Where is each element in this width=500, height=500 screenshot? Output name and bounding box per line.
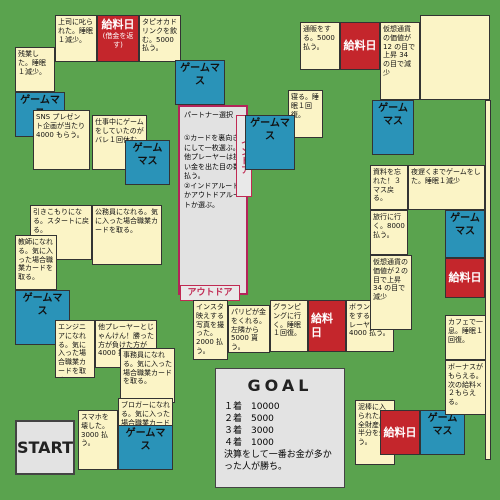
square-game-8[interactable]: ゲームマス [372,100,414,155]
square-subtext: (借金を返す) [102,31,134,49]
goal-rank-1: １着 10000 [224,401,280,412]
square-text: タピオカドリンクを飲む。5000 払う。 [142,18,177,53]
square-text: 引きこもりになる。スタートに戻る。 [33,208,89,234]
square-office-worker[interactable]: 事務員になれる。気に入った場合職業カードを取る。 [120,348,175,403]
square-late-gaming[interactable]: 夜遅くまでゲームをした。睡眠１減少 [408,165,485,210]
square-text: エンジニアになれる。気に入った場合職業カードを取る。 [58,323,86,377]
square-crypto-2[interactable]: 仮想通貨の価値が２の目で上昇 34 の目で減少 [370,255,412,330]
square-travel[interactable]: 旅行に行く。8000 払う。 [370,210,408,255]
square-title: ゲームマス [125,428,166,452]
square-title: 給料日 [383,425,417,439]
partner-rule-2: 他プレーヤーは掛い金を出た目の数払う。 [184,153,240,181]
square-title: 給料日 [448,271,482,285]
square-payday-1[interactable]: 給料日 (借金を返す) [97,15,139,62]
square-text: 上司に叱られた。睡眠１減少。 [58,18,93,44]
square-engineer[interactable]: エンジニアになれる。気に入った場合職業カードを取る。 [55,320,95,378]
square-text: 残業した。睡眠１減少。 [18,50,46,76]
square-text: カフェで一息。睡眠１回復。 [448,318,483,344]
square-text: SNS プレゼント企画が当たり 4000 もらう。 [36,113,85,139]
square-text: インスタ映えする写真を撮った。2000 払う。 [196,303,224,355]
square-title: 給料日 [343,39,377,53]
square-title: ゲームマス [450,213,480,237]
square-glamping[interactable]: グランピングに行く。睡眠１回復。 [270,300,308,352]
square-teacher[interactable]: 教師になれる。気に入った場合職業カードを取る。 [15,235,57,290]
square-title: ゲームマス [22,293,63,317]
square-text: 公務員になれる。気に入った場合職業カードを取る。 [95,208,158,234]
square-title: ゲームマス [427,413,458,437]
square-forgot-papers[interactable]: 資料を忘れた！３マス戻る。 [370,165,408,210]
square-payday-4[interactable]: 給料日 [445,258,485,298]
square-text: 教師になれる。気に入った場合職業カードを取る。 [18,238,53,281]
square-game-9[interactable]: ゲームマス [245,115,295,170]
square-text: 通販をする。5000 払う。 [303,25,335,51]
square-game-7[interactable]: ゲームマス [445,210,485,258]
goal-note: 決算をして一番お金が多かった人が勝ち。 [224,450,332,473]
square-game-6[interactable]: ゲームマス [420,410,465,455]
partner-title: パートナー選択 [184,111,233,119]
square-payday-5[interactable]: 給料日 [340,22,380,70]
square-text: 仮想通貨の価値が 12 の目で上昇 34 の目で減少 [383,25,416,77]
path-border-top-right [420,15,490,100]
path-border-right [485,100,491,460]
square-game-3[interactable]: ゲームマス [125,140,170,185]
square-crypto-1[interactable]: 仮想通貨の価値が 12 の目で上昇 34 の目で減少 [380,22,420,100]
square-text: グランピングに行く。睡眠１回復。 [273,303,301,338]
partner-rule-1: ①カードを裏向きにして一枚選ぶ。 [184,134,240,152]
square-title: ゲームマス [250,118,290,142]
goal-rank-4: ４着 1000 [224,438,274,449]
square-overtime[interactable]: 残業した。睡眠１減少。 [15,47,55,92]
square-instagram[interactable]: インスタ映えする写真を撮った。2000 払う。 [193,300,228,360]
goal-panel: GOAL １着 10000 ２着 5000 ３着 3000 ４着 1000 決算… [215,368,345,488]
square-title: ゲームマス [180,63,220,87]
start-label: START [16,438,74,457]
square-title: 給料日 [101,18,135,31]
square-text: スマホを壊した。3000 払う。 [81,413,109,448]
square-text: 仮想通貨の価値が２の目で上昇 34 の目で減少 [373,258,408,301]
square-party-people[interactable]: パリピが金をくれる。左隣から 5000 貰う。 [228,305,270,353]
square-title: ゲームマス [132,143,163,167]
outdoor-route-ribbon[interactable]: アウトドア [180,285,240,301]
square-text: 旅行に行く。8000 払う。 [373,213,405,239]
square-title: ゲームマス [378,103,408,127]
square-sns-present[interactable]: SNS プレゼント企画が当たり 4000 もらう。 [33,110,90,170]
square-game-1[interactable]: ゲームマス [175,60,225,105]
square-text: 夜遅くまでゲームをした。睡眠１減少 [411,168,481,185]
square-payday-3[interactable]: 給料日 [380,410,420,455]
square-game-5[interactable]: ゲームマス [118,425,173,470]
square-text: 寝る。睡眠１回復。 [291,93,319,119]
goal-rank-3: ３着 3000 [224,425,274,436]
square-text: ボーナスがもらえる。次の給料×２もらえる。 [448,363,483,406]
square-tapioca[interactable]: タピオカドリンクを飲む。5000 払う。 [139,15,181,62]
square-civil-servant[interactable]: 公務員になれる。気に入った場合職業カードを取る。 [92,205,162,265]
square-boss-scolded[interactable]: 上司に叱られた。睡眠１減少。 [55,15,97,62]
partner-rule-3: ②インドアルートかアウトドアルートか選ぶ。 [184,181,240,209]
square-text: 資料を忘れた！３マス戻る。 [373,168,401,203]
goal-rank-2: ２着 5000 [224,413,274,424]
square-text: パリピが金をくれる。左隣から 5000 貰う。 [231,308,266,351]
start-square[interactable]: START [15,420,75,475]
square-text: 事務員になれる。気に入った場合職業カードを取る。 [123,351,172,386]
square-title: 給料日 [311,312,333,339]
square-payday-2[interactable]: 給料日 [308,300,346,352]
square-phone-broke[interactable]: スマホを壊した。3000 払う。 [78,410,118,470]
outdoor-label: アウトドア [187,288,233,298]
square-cafe[interactable]: カフェで一息。睡眠１回復。 [445,315,487,360]
square-online-shopping[interactable]: 通販をする。5000 払う。 [300,22,340,70]
game-board: 上司に叱られた。睡眠１減少。 給料日 (借金を返す) タピオカドリンクを飲む。50… [0,0,500,500]
square-bonus[interactable]: ボーナスがもらえる。次の給料×２もらえる。 [445,360,487,415]
goal-title: GOAL [247,376,313,395]
